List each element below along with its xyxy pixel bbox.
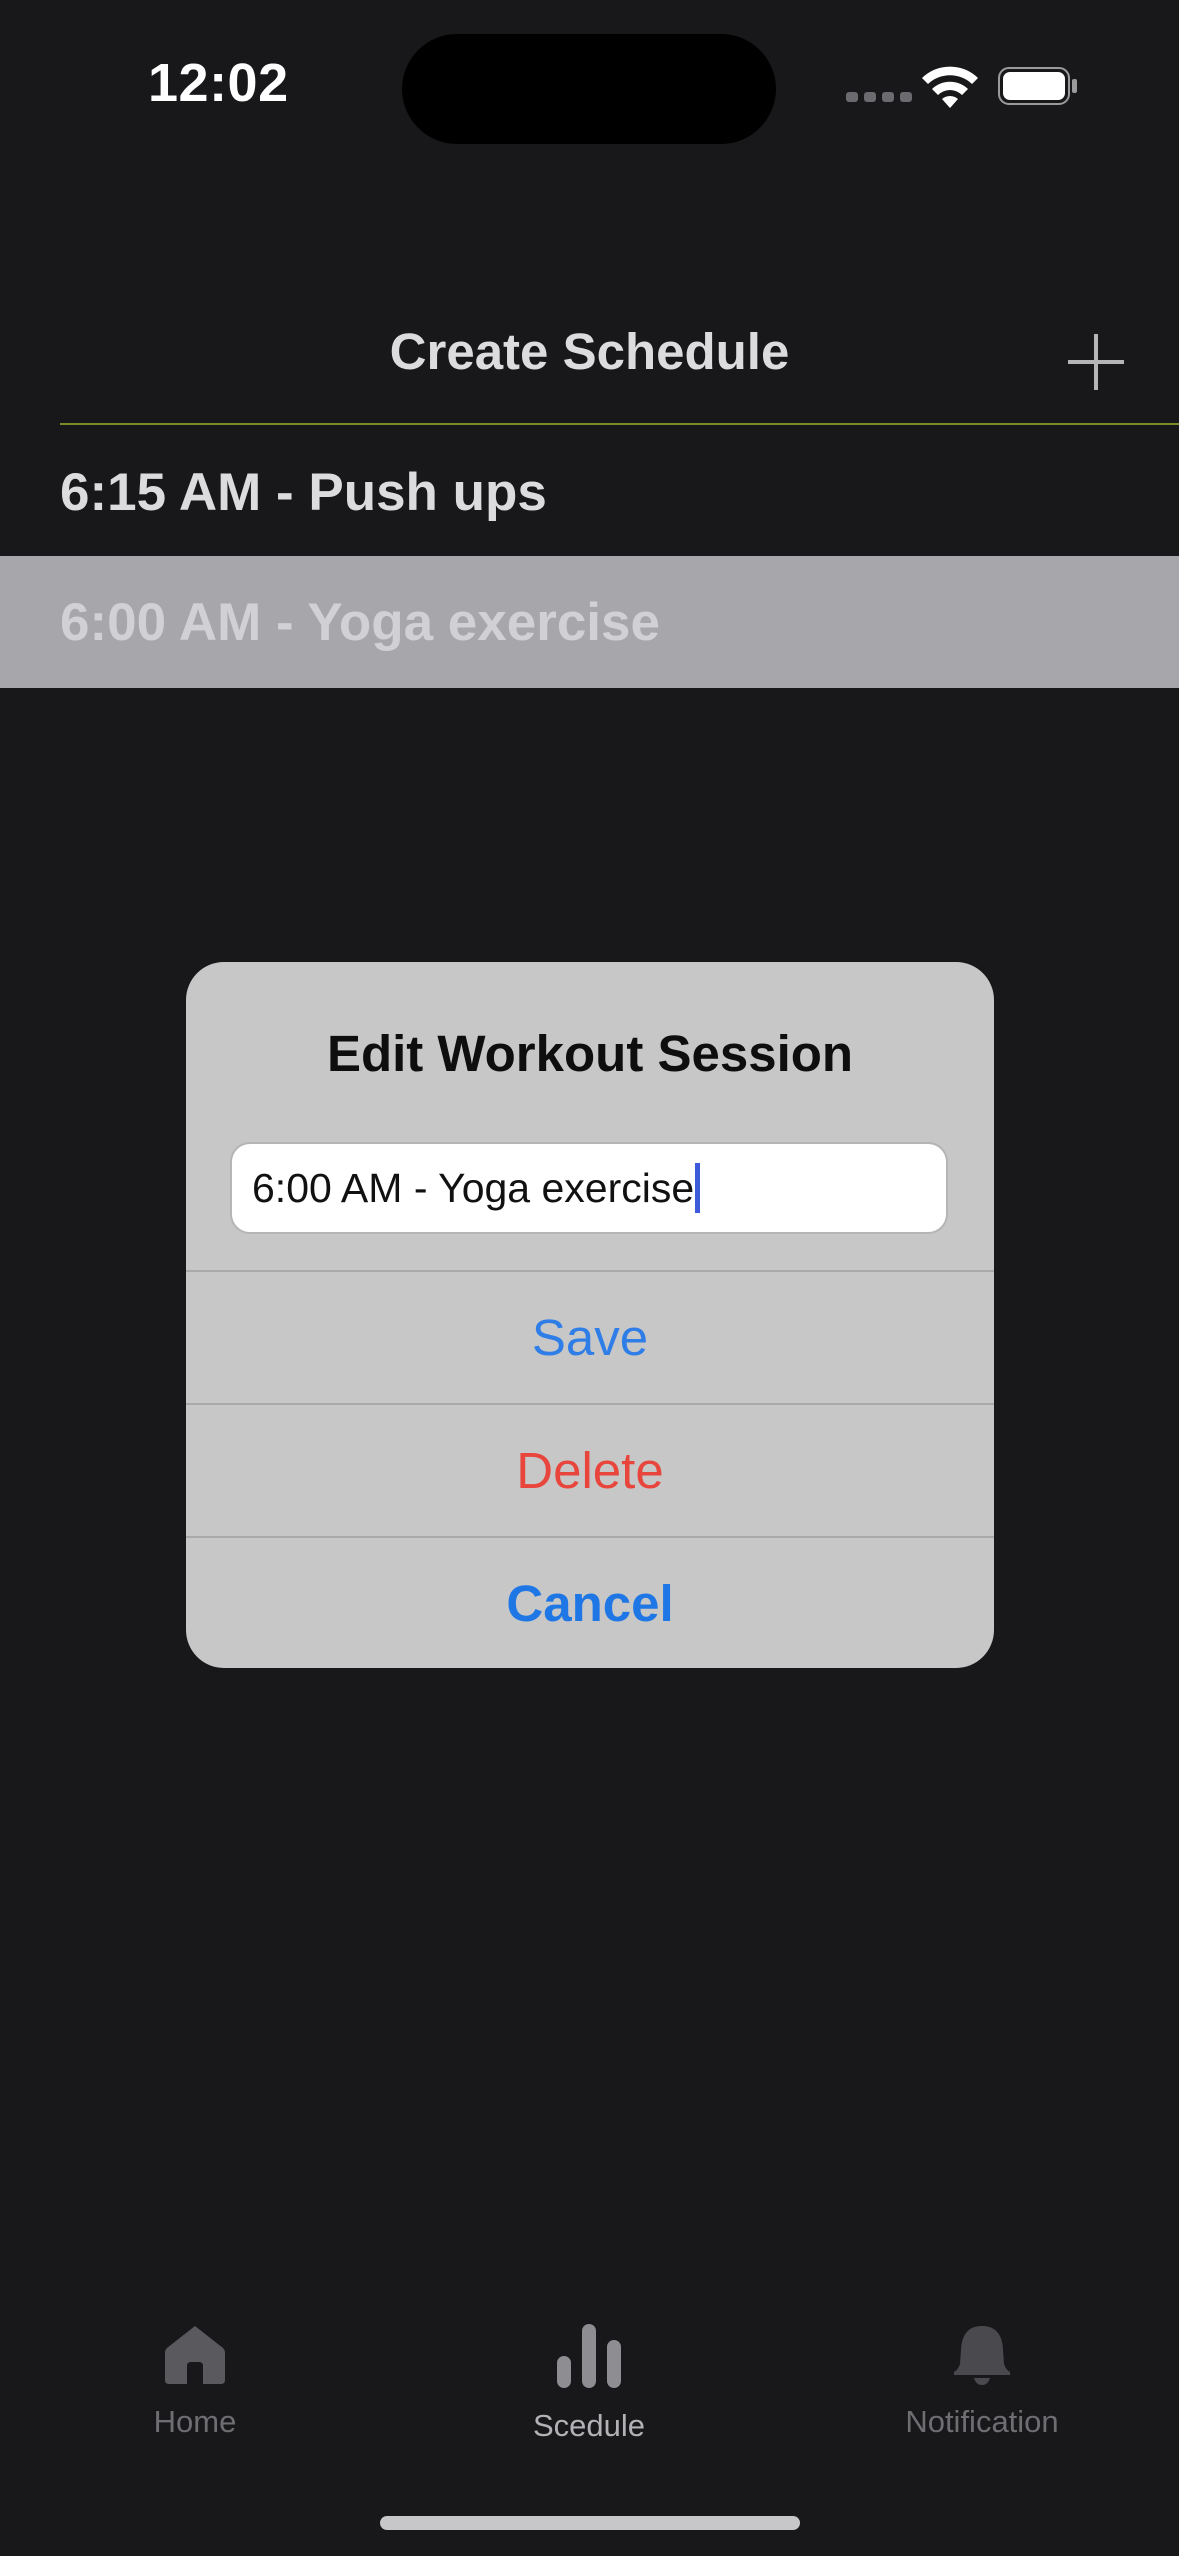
- delete-button[interactable]: Delete: [186, 1405, 994, 1535]
- tab-home[interactable]: Home: [65, 2322, 325, 2440]
- input-value: 6:00 AM - Yoga exercise: [252, 1164, 695, 1211]
- list-item-label: 6:00 AM - Yoga exercise: [60, 592, 660, 652]
- session-name-input[interactable]: 6:00 AM - Yoga exercise: [230, 1142, 948, 1234]
- plus-icon: [1068, 334, 1124, 390]
- edit-session-dialog: Edit Workout Session 6:00 AM - Yoga exer…: [186, 962, 994, 1668]
- tab-label: Notification: [905, 2404, 1059, 2439]
- dynamic-island: [402, 34, 776, 144]
- header-divider: [60, 423, 1179, 425]
- list-item-label: 6:15 AM - Push ups: [60, 462, 547, 522]
- dialog-title: Edit Workout Session: [326, 1025, 854, 1082]
- cellular-signal-icon: [846, 92, 912, 102]
- wifi-icon: [922, 66, 978, 108]
- list-item[interactable]: 6:15 AM - Push ups: [0, 426, 1179, 558]
- tab-label: Home: [153, 2404, 237, 2439]
- tab-notification[interactable]: Notification: [852, 2322, 1112, 2440]
- tab-label: Scedule: [532, 2408, 646, 2443]
- add-schedule-button[interactable]: [1064, 330, 1128, 394]
- text-cursor: [695, 1163, 701, 1213]
- list-item-selected[interactable]: 6:00 AM - Yoga exercise: [0, 556, 1179, 688]
- save-button[interactable]: Save: [186, 1272, 994, 1402]
- bar-chart-icon: [557, 2324, 621, 2388]
- status-time: 12:02: [148, 53, 289, 113]
- cancel-button[interactable]: Cancel: [186, 1538, 994, 1668]
- house-icon: [165, 2326, 225, 2384]
- page-title: Create Schedule: [389, 323, 790, 380]
- tab-schedule[interactable]: Scedule: [459, 2322, 719, 2444]
- home-indicator[interactable]: [380, 2516, 800, 2530]
- battery-icon: [998, 67, 1077, 105]
- bell-icon: [954, 2326, 1010, 2385]
